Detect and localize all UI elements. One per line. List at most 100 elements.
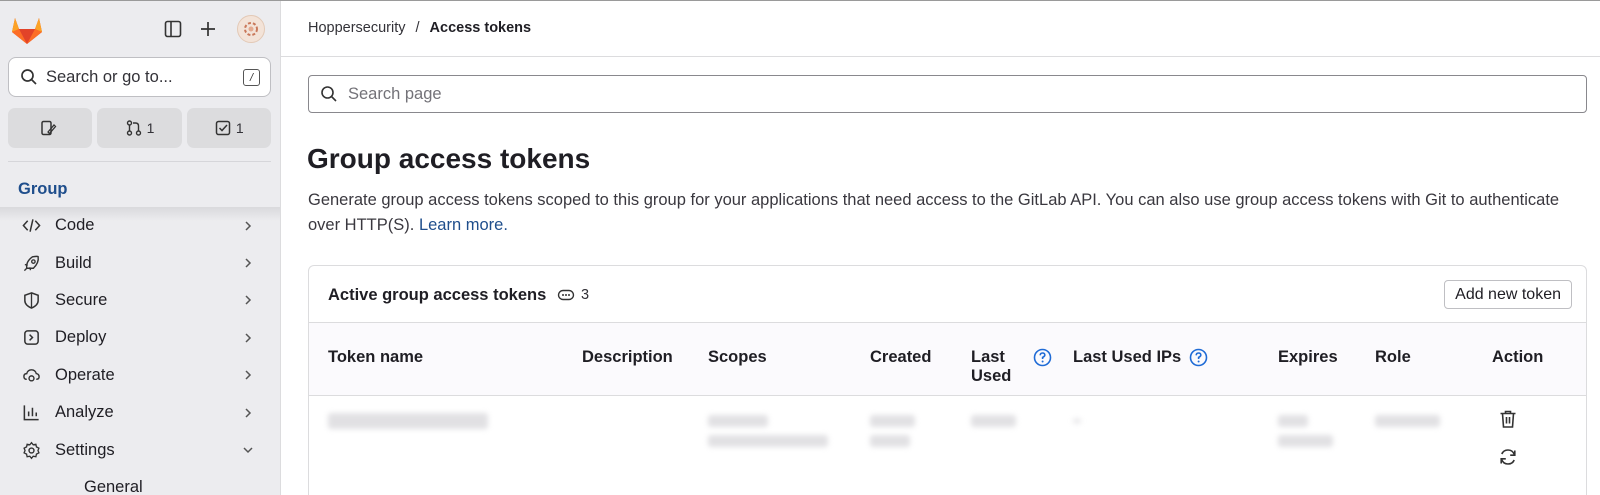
active-tokens-card: Active group access tokens 3 Add new tok… (308, 265, 1587, 495)
breadcrumb: Hoppersecurity / Access tokens (308, 20, 531, 36)
sidebar-item-analyze[interactable]: Analyze (0, 394, 280, 431)
chevron-right-icon (245, 370, 252, 380)
sidebar-subitem-label: General (84, 477, 143, 495)
context-switcher-group[interactable]: Group (18, 180, 68, 199)
chevron-right-icon (245, 333, 252, 343)
cloud-gear-icon (22, 368, 40, 382)
add-new-token-button[interactable]: Add new token (1444, 280, 1572, 309)
sidebar-subitem-general[interactable]: General (0, 469, 280, 495)
nav-scroll-shadow (0, 207, 280, 221)
column-last-used-ips-label: Last Used IPs (1073, 348, 1182, 367)
sidebar-item-secure[interactable]: Secure (0, 282, 280, 319)
column-created[interactable]: Created (870, 348, 931, 367)
sidebar-item-label: Build (55, 253, 92, 272)
rocket-icon (23, 255, 39, 271)
global-search-placeholder: Search or go to... (46, 67, 173, 86)
token-icon (557, 289, 575, 301)
shield-icon (23, 292, 39, 309)
learn-more-link[interactable]: Learn more. (419, 216, 508, 234)
column-scopes[interactable]: Scopes (708, 348, 767, 367)
revoke-token-button[interactable] (1497, 408, 1519, 430)
sidebar-item-label: Analyze (55, 403, 114, 422)
token-count: 3 (581, 287, 590, 303)
search-icon (21, 69, 37, 85)
todo-icon (215, 120, 231, 136)
toggle-sidebar-button[interactable] (158, 14, 188, 44)
page-search-field[interactable] (308, 75, 1587, 113)
trash-icon (1500, 410, 1516, 428)
help-icon[interactable] (1033, 348, 1052, 367)
breadcrumb-group-link[interactable]: Hoppersecurity (308, 20, 406, 36)
chevron-down-icon (243, 447, 253, 454)
user-counters: 1 1 (8, 108, 271, 148)
redacted-token-name (328, 413, 488, 429)
column-role[interactable]: Role (1375, 348, 1411, 367)
breadcrumb-current[interactable]: Access tokens (430, 20, 532, 36)
todos-counter-button[interactable]: 1 (186, 108, 271, 148)
page-description: Generate group access tokens scoped to t… (308, 188, 1578, 237)
redacted-expires (1278, 435, 1333, 447)
create-new-button[interactable] (193, 14, 223, 44)
column-token-name[interactable]: Token name (328, 348, 423, 367)
redacted-last-used (971, 415, 1016, 427)
chevron-right-icon (245, 258, 252, 268)
redacted-created (870, 415, 915, 427)
issues-icon (41, 120, 57, 136)
global-search-input[interactable]: Search or go to... / (8, 57, 271, 97)
column-last-used[interactable]: Last Used (971, 348, 1052, 386)
sidebar-item-label: Operate (55, 365, 115, 384)
sidebar-toggle-icon (164, 20, 182, 38)
sidebar-item-deploy[interactable]: Deploy (0, 319, 280, 356)
redacted-expires (1278, 415, 1308, 427)
issues-counter-button[interactable] (8, 108, 93, 148)
deploy-icon (23, 330, 39, 346)
retry-icon (1500, 449, 1516, 465)
help-icon[interactable] (1189, 348, 1208, 367)
plus-icon (201, 22, 215, 36)
merge-request-icon (126, 120, 141, 136)
token-count-badge: 3 (557, 286, 589, 304)
chevron-right-icon (245, 408, 252, 418)
search-icon (321, 86, 337, 102)
table-header: Token name Description Scopes Created La… (309, 323, 1586, 396)
redacted-role (1375, 415, 1440, 427)
gear-icon (22, 441, 40, 459)
sidebar: Search or go to... / 1 1 Group Code Buil… (0, 1, 280, 495)
column-expires[interactable]: Expires (1278, 348, 1338, 367)
redacted-created (870, 435, 910, 447)
column-description[interactable]: Description (582, 348, 673, 367)
todos-count: 1 (235, 120, 244, 136)
avatar-pattern-icon (244, 22, 258, 36)
column-action: Action (1492, 348, 1544, 366)
sidebar-item-label: Secure (55, 290, 108, 309)
breadcrumb-separator: / (415, 20, 420, 36)
header-divider (281, 56, 1600, 57)
page-search-input[interactable] (348, 84, 1548, 104)
chart-icon (23, 405, 39, 421)
sidebar-border (280, 1, 281, 495)
chevron-right-icon (245, 295, 252, 305)
merge-requests-count: 1 (146, 120, 155, 136)
sidebar-item-build[interactable]: Build (0, 244, 280, 281)
table-row (309, 396, 1586, 495)
sidebar-item-label: Settings (55, 440, 115, 459)
sidebar-divider (8, 161, 271, 162)
merge-requests-counter-button[interactable]: 1 (97, 108, 182, 148)
column-last-used-line1: Last (971, 348, 1005, 367)
column-last-used-ips[interactable]: Last Used IPs (1073, 348, 1208, 367)
card-header: Active group access tokens 3 Add new tok… (309, 266, 1586, 323)
sidebar-nav: Code Build Secure Deploy Operate Analyze (0, 207, 280, 495)
redacted-scope (708, 415, 768, 427)
column-last-used-line2: Used (971, 367, 1012, 385)
redacted-last-used-ips (1073, 419, 1081, 423)
rotate-token-button[interactable] (1497, 446, 1519, 468)
redacted-scope (708, 435, 828, 447)
gitlab-logo-icon[interactable] (10, 13, 44, 45)
sidebar-item-settings[interactable]: Settings (0, 431, 280, 468)
user-avatar[interactable] (237, 15, 265, 43)
card-title: Active group access tokens (328, 286, 547, 304)
sidebar-item-operate[interactable]: Operate (0, 357, 280, 394)
page-title: Group access tokens (307, 143, 591, 174)
sidebar-item-label: Deploy (55, 328, 107, 347)
sidebar-header (0, 1, 280, 57)
